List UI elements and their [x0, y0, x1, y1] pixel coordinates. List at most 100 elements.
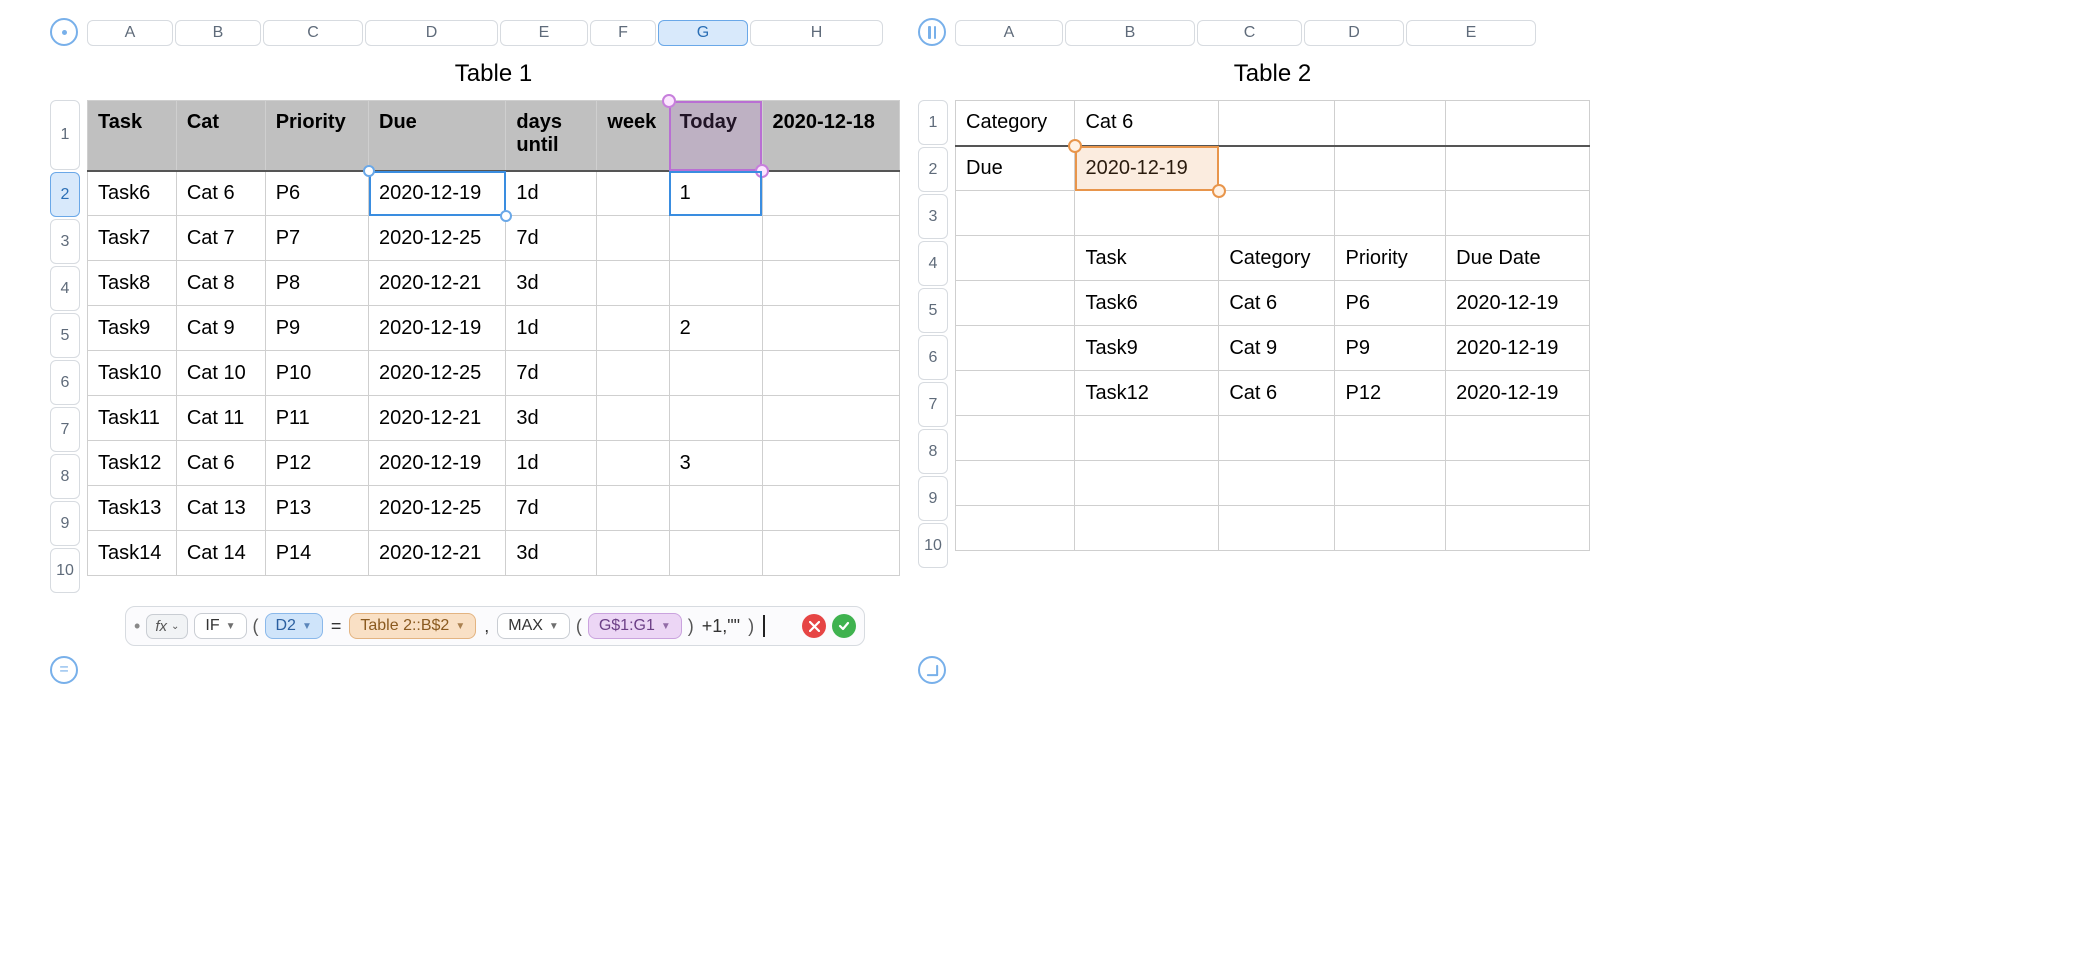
table1-cell[interactable] [762, 171, 899, 216]
row-header-5[interactable]: 5 [918, 288, 948, 333]
table2-cell[interactable]: Cat 6 [1075, 101, 1219, 146]
row-header-3[interactable]: 3 [918, 194, 948, 239]
table2-grid[interactable]: CategoryCat 6Due2020-12-19TaskCategoryPr… [955, 100, 1590, 551]
table1-column-ruler[interactable]: ABCDEFGH [87, 20, 900, 46]
table2-cell[interactable]: Category [956, 101, 1075, 146]
selection-handle-icon[interactable] [755, 164, 769, 178]
table1-cell[interactable]: Task8 [88, 261, 177, 306]
table1-cell[interactable] [669, 396, 762, 441]
table2-cell[interactable] [1335, 191, 1446, 236]
table1-cell[interactable] [762, 486, 899, 531]
table1-origin-handle[interactable] [50, 18, 78, 46]
table2-cell[interactable]: Cat 6 [1219, 281, 1335, 326]
table2-cell[interactable] [1335, 461, 1446, 506]
table2-cell[interactable]: 2020-12-19 [1446, 371, 1590, 416]
table1-cell[interactable]: Task12 [88, 441, 177, 486]
table2-cell[interactable] [1446, 101, 1590, 146]
column-header-b[interactable]: B [175, 20, 261, 46]
row-header-9[interactable]: 9 [918, 476, 948, 521]
table1-cell[interactable] [669, 531, 762, 576]
row-header-6[interactable]: 6 [918, 335, 948, 380]
formula-cancel-button[interactable] [802, 614, 826, 638]
table1-cell[interactable]: Cat 13 [176, 486, 265, 531]
column-header-h[interactable]: H [750, 20, 883, 46]
table1-cell[interactable] [762, 261, 899, 306]
column-header-a[interactable]: A [87, 20, 173, 46]
table1-cell[interactable]: 1d [506, 171, 597, 216]
row-header-4[interactable]: 4 [50, 266, 80, 311]
table1-cell[interactable]: 7d [506, 351, 597, 396]
table2-cell[interactable] [1219, 416, 1335, 461]
table2-cell[interactable]: 2020-12-19 [1075, 146, 1219, 191]
table1-cell[interactable]: 1d [506, 306, 597, 351]
table2-cell[interactable] [1219, 146, 1335, 191]
table2-cell[interactable]: Category [1219, 236, 1335, 281]
table1-cell[interactable]: 3d [506, 531, 597, 576]
table1-cell[interactable]: 2020-12-21 [369, 261, 506, 306]
column-header-f[interactable]: F [590, 20, 656, 46]
row-header-10[interactable]: 10 [918, 523, 948, 568]
selection-handle-icon[interactable] [662, 94, 676, 108]
table1-cell[interactable]: 2020-12-25 [369, 216, 506, 261]
table1-cell[interactable]: P7 [265, 216, 368, 261]
table1-cell[interactable]: 2020-12-25 [369, 486, 506, 531]
table2-cell[interactable] [1335, 416, 1446, 461]
table2-cell[interactable] [956, 506, 1075, 551]
formula-token-if[interactable]: IF▼ [194, 613, 246, 639]
table1-cell[interactable]: 1 [669, 171, 762, 216]
table1-cell[interactable]: P11 [265, 396, 368, 441]
table2-cell[interactable] [1335, 101, 1446, 146]
table1-cell[interactable]: Cat 6 [176, 171, 265, 216]
table1-cell[interactable]: 7d [506, 216, 597, 261]
table2-cell[interactable] [956, 416, 1075, 461]
row-header-9[interactable]: 9 [50, 501, 80, 546]
table1-cell[interactable]: Cat 10 [176, 351, 265, 396]
table2-cell[interactable] [956, 191, 1075, 236]
table2-cell[interactable] [956, 371, 1075, 416]
table2-cell[interactable] [1335, 506, 1446, 551]
formula-bar[interactable]: • fx ⌄ IF▼ ( D2▼ = Table 2::B$2▼ , MAX▼ … [125, 606, 865, 646]
table1-cell[interactable]: Cat 14 [176, 531, 265, 576]
table2-cell[interactable]: 2020-12-19 [1446, 281, 1590, 326]
table2-column-ruler[interactable]: ABCDE [955, 20, 1590, 46]
row-header-7[interactable]: 7 [50, 407, 80, 452]
row-header-2[interactable]: 2 [50, 172, 80, 217]
table1-cell[interactable]: P9 [265, 306, 368, 351]
table1-cell[interactable]: 2020-12-21 [369, 396, 506, 441]
table2-cell[interactable] [956, 236, 1075, 281]
table1-cell[interactable]: P14 [265, 531, 368, 576]
row-header-1[interactable]: 1 [50, 100, 80, 170]
table1-cell[interactable]: Cat 9 [176, 306, 265, 351]
table1-cell[interactable]: 3d [506, 396, 597, 441]
table2-cell[interactable] [956, 281, 1075, 326]
table1-cell[interactable]: P6 [265, 171, 368, 216]
table2-cell[interactable] [956, 461, 1075, 506]
column-header-e[interactable]: E [1406, 20, 1536, 46]
table1-cell[interactable] [597, 216, 669, 261]
row-header-8[interactable]: 8 [918, 429, 948, 474]
table2-columns-handle[interactable] [918, 18, 946, 46]
table1-cell[interactable]: P8 [265, 261, 368, 306]
table2-cell[interactable] [1446, 416, 1590, 461]
table1-cell[interactable]: 2020-12-21 [369, 531, 506, 576]
table1-cell[interactable] [597, 441, 669, 486]
table1-cell[interactable]: Cat 11 [176, 396, 265, 441]
column-header-g[interactable]: G [658, 20, 748, 46]
table1-cell[interactable]: Cat 6 [176, 441, 265, 486]
column-header-a[interactable]: A [955, 20, 1063, 46]
column-header-d[interactable]: D [1304, 20, 1404, 46]
table1-header-cell[interactable]: Today [669, 101, 762, 171]
table1-header-cell[interactable]: daysuntil [506, 101, 597, 171]
row-header-1[interactable]: 1 [918, 100, 948, 145]
selection-handle-icon[interactable] [1212, 184, 1226, 198]
formula-accept-button[interactable] [832, 614, 856, 638]
row-header-10[interactable]: 10 [50, 548, 80, 593]
selection-handle-icon[interactable] [1068, 139, 1082, 153]
table1-cell[interactable] [762, 351, 899, 396]
table2-cell[interactable]: P12 [1335, 371, 1446, 416]
table1-cell[interactable] [597, 351, 669, 396]
table2-row-ruler[interactable]: 12345678910 [918, 100, 948, 570]
table2-cell[interactable] [1335, 146, 1446, 191]
row-header-8[interactable]: 8 [50, 454, 80, 499]
table1-cell[interactable]: 2 [669, 306, 762, 351]
